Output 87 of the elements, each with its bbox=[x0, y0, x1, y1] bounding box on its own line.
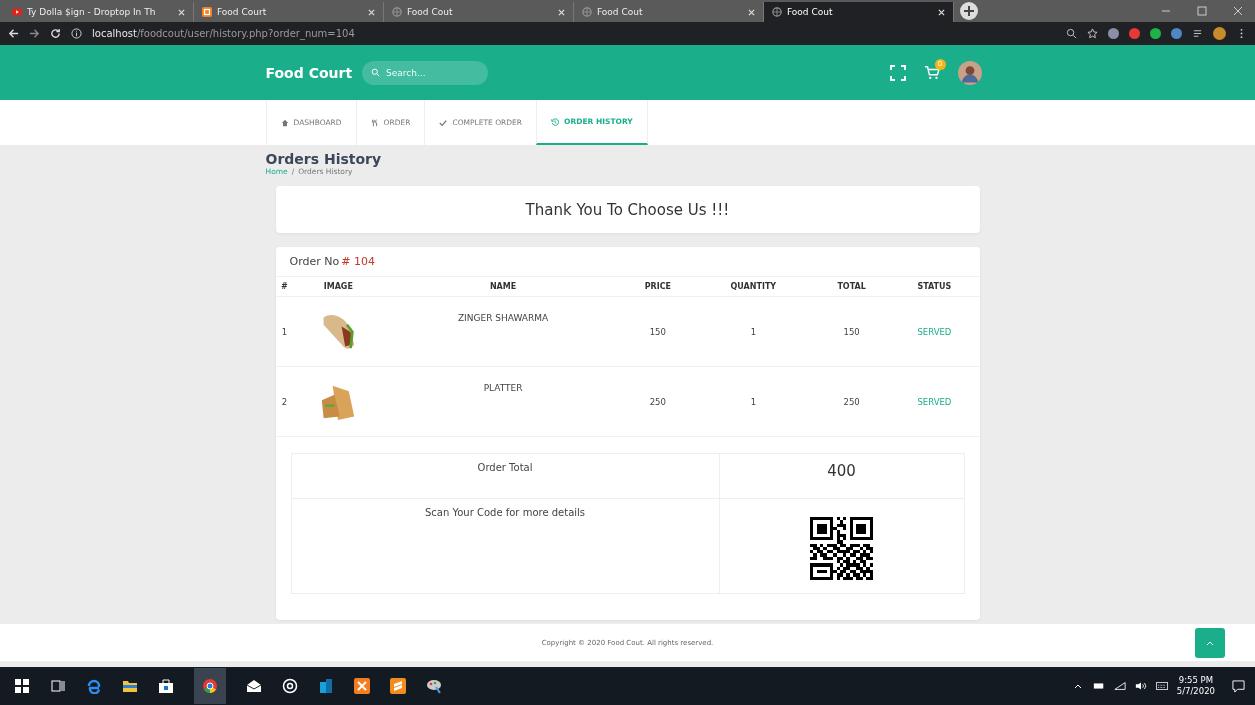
extension-icon[interactable] bbox=[1171, 28, 1182, 39]
address-bar[interactable]: localhost/foodcout/user/history.php?order_num=104 bbox=[92, 28, 355, 39]
xampp-icon[interactable] bbox=[354, 678, 370, 694]
search-icon bbox=[371, 68, 381, 77]
column-header: QUANTITY bbox=[692, 276, 814, 297]
clock-date: 5/7/2020 bbox=[1176, 686, 1215, 698]
windows-start-icon[interactable] bbox=[14, 678, 30, 694]
tab-title: Ty Dolla $ign - Droptop In Th bbox=[27, 7, 157, 17]
column-header: STATUS bbox=[889, 276, 980, 297]
order-label: Order No bbox=[289, 255, 340, 268]
back-arrow-icon[interactable] bbox=[8, 28, 19, 39]
table-cell: 150 bbox=[813, 296, 890, 367]
reload-icon[interactable] bbox=[50, 28, 61, 39]
wifi-icon[interactable] bbox=[1113, 681, 1126, 691]
column-header: TOTAL bbox=[813, 276, 890, 297]
extension-icon[interactable] bbox=[1129, 28, 1140, 39]
edge-browser-icon[interactable] bbox=[86, 678, 102, 694]
paint-icon[interactable] bbox=[426, 678, 442, 694]
order-total-label: Order Total bbox=[477, 462, 533, 473]
table-cell: 250 bbox=[622, 366, 693, 437]
profile-avatar[interactable] bbox=[1213, 27, 1226, 40]
tab-title: Food Cout bbox=[597, 7, 644, 17]
page-title: Orders History bbox=[265, 150, 383, 167]
close-icon[interactable] bbox=[938, 8, 945, 16]
globe-icon bbox=[772, 7, 782, 17]
fullscreen-icon[interactable] bbox=[889, 64, 906, 81]
close-icon[interactable] bbox=[558, 8, 565, 16]
extension-icon[interactable] bbox=[1150, 28, 1161, 39]
battery-icon[interactable] bbox=[1092, 681, 1105, 691]
menu-icon[interactable] bbox=[1192, 28, 1203, 39]
table-cell: 150 bbox=[622, 296, 693, 367]
new-tab-icon[interactable] bbox=[960, 2, 978, 20]
close-icon[interactable] bbox=[748, 8, 755, 16]
clock-time: 9:55 PM bbox=[1178, 674, 1214, 686]
extension-icon[interactable] bbox=[1108, 28, 1119, 39]
table-cell: 2 bbox=[275, 366, 294, 437]
media-disc-icon[interactable] bbox=[282, 678, 298, 694]
globe-icon bbox=[582, 7, 592, 17]
table-cell: SERVED bbox=[889, 296, 980, 367]
thank-you-message: Thank You To Choose Us !!! bbox=[525, 200, 730, 219]
column-header: # bbox=[275, 276, 294, 297]
caret-icon bbox=[1206, 640, 1214, 646]
info-icon[interactable] bbox=[71, 28, 82, 39]
scan-instruction: Scan Your Code for more details bbox=[424, 507, 586, 518]
table-cell: SERVED bbox=[889, 366, 980, 437]
forward-arrow-icon[interactable] bbox=[29, 28, 40, 39]
video-icon bbox=[12, 7, 22, 17]
table-cell: ZINGER SHAWARMA bbox=[383, 296, 623, 367]
table-cell: PLATTER bbox=[383, 366, 623, 437]
globe-icon bbox=[392, 7, 402, 17]
folder-icon[interactable] bbox=[122, 678, 138, 694]
chrome-browser-icon[interactable] bbox=[194, 668, 226, 704]
notification-icon[interactable] bbox=[1232, 679, 1245, 693]
zoom-icon[interactable] bbox=[1066, 28, 1077, 39]
home-icon bbox=[280, 118, 289, 127]
cart-icon[interactable] bbox=[923, 64, 940, 81]
column-header: NAME bbox=[383, 276, 623, 297]
star-icon[interactable] bbox=[1087, 28, 1098, 39]
sublime-text-icon[interactable] bbox=[390, 678, 406, 694]
speaker-icon[interactable] bbox=[1134, 681, 1147, 691]
maximize-icon[interactable] bbox=[1197, 6, 1207, 16]
clock[interactable]: 9:55 PM 5/7/2020 bbox=[1176, 674, 1215, 698]
table-cell: 1 bbox=[692, 296, 814, 367]
order-total-value: 400 bbox=[827, 462, 856, 480]
app-icon bbox=[202, 7, 212, 17]
building-icon[interactable] bbox=[318, 678, 334, 694]
keyboard-icon[interactable] bbox=[1155, 681, 1168, 691]
column-header: PRICE bbox=[622, 276, 693, 297]
cutlery-icon bbox=[370, 118, 379, 127]
tab-title: Food Court bbox=[217, 7, 268, 17]
order-number: # 104 bbox=[341, 255, 375, 268]
task-view-icon[interactable] bbox=[50, 678, 66, 694]
mail-icon[interactable] bbox=[246, 678, 262, 694]
close-icon[interactable] bbox=[178, 8, 185, 16]
check-icon bbox=[439, 118, 448, 127]
table-cell: 250 bbox=[813, 366, 890, 437]
history-icon bbox=[551, 117, 560, 126]
column-header: IMAGE bbox=[293, 276, 384, 297]
qr-code bbox=[810, 517, 873, 580]
table-cell: 1 bbox=[275, 296, 294, 367]
store-bag-icon[interactable] bbox=[158, 678, 174, 694]
tab-title: Food Cout bbox=[407, 7, 454, 17]
close-icon[interactable] bbox=[368, 8, 375, 16]
table-cell: 1 bbox=[692, 366, 814, 437]
user-avatar[interactable] bbox=[957, 60, 982, 85]
tab-title: Food Cout bbox=[787, 7, 834, 17]
browser-tab[interactable]: Food Cout bbox=[764, 2, 954, 22]
